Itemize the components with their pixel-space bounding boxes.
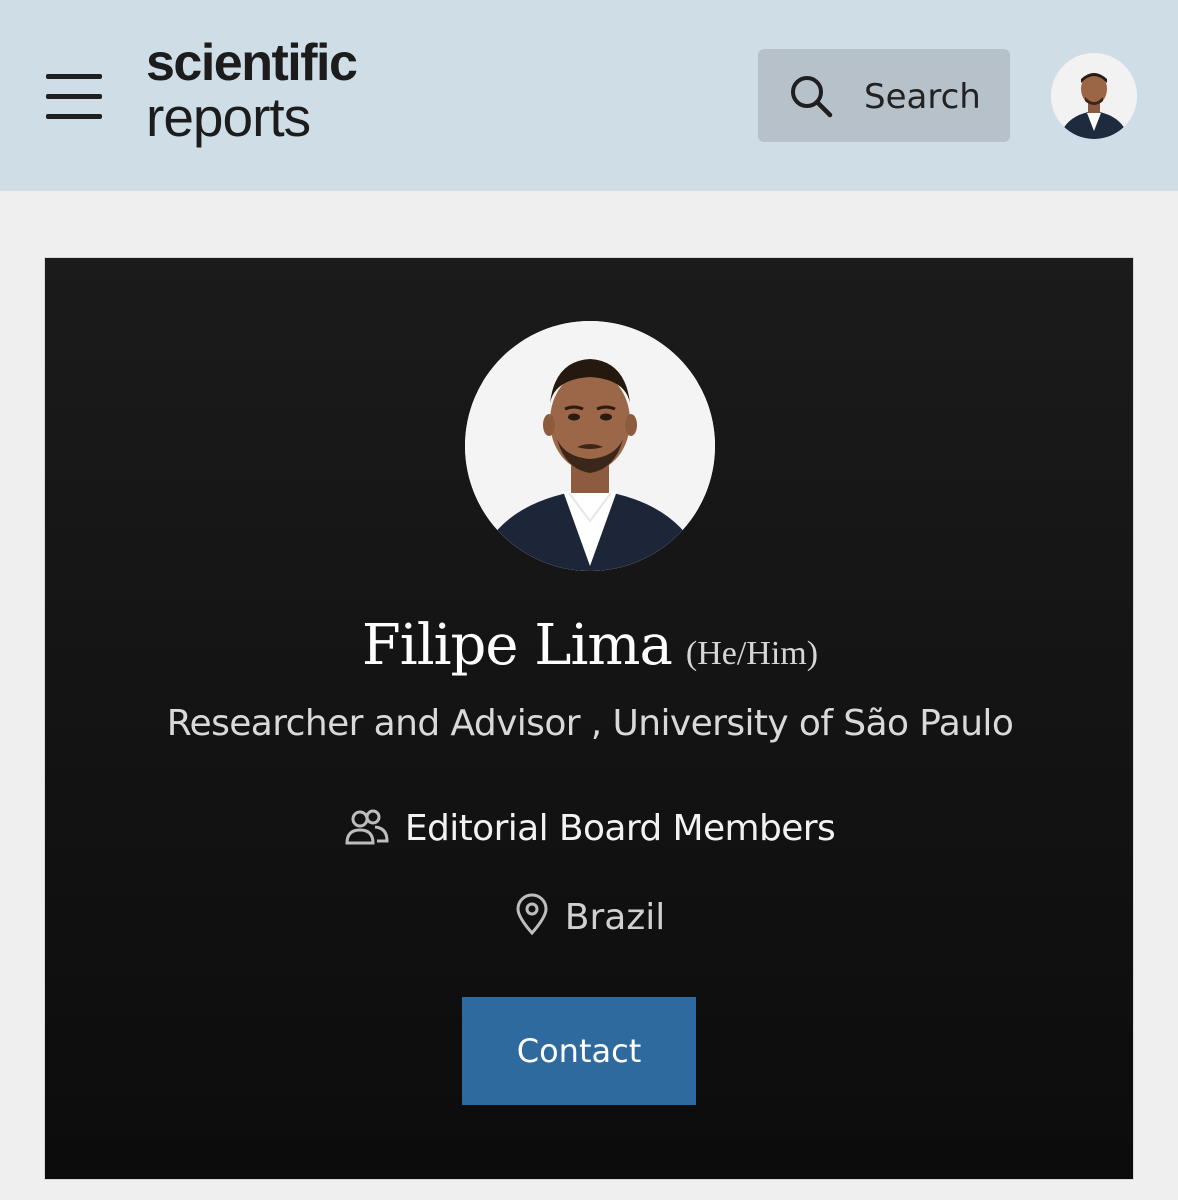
logo-line-2: reports [146,86,311,148]
profile-location: Brazil [45,893,1135,938]
search-icon [791,76,833,118]
profile-location-label: Brazil [564,897,666,938]
user-avatar[interactable] [1051,53,1137,139]
profile-pronouns: (He/Him) [685,635,819,672]
profile-card: Filipe Lima (He/Him) Researcher and Advis… [44,257,1134,1180]
profile-affiliation: Researcher and Advisor , University of S… [166,703,1014,744]
profile-name-line: Filipe Lima (He/Him) [45,613,1135,678]
profile-photo-image [465,321,715,571]
site-header: scientific reports Search [0,0,1178,191]
profile-photo [465,321,715,571]
search-button[interactable]: Search [758,49,1010,142]
profile-name: Filipe Lima [361,613,673,678]
hamburger-menu-icon[interactable] [44,70,102,122]
user-avatar-image [1051,53,1137,139]
logo-line-1: scientific [146,34,358,92]
site-logo[interactable]: scientific reports [146,34,358,148]
profile-role-label: Editorial Board Members [404,808,836,849]
map-pin-icon [516,893,548,936]
search-label: Search [864,77,981,117]
people-icon [345,809,389,845]
contact-button[interactable]: Contact [462,997,696,1105]
profile-role: Editorial Board Members [45,808,1135,849]
